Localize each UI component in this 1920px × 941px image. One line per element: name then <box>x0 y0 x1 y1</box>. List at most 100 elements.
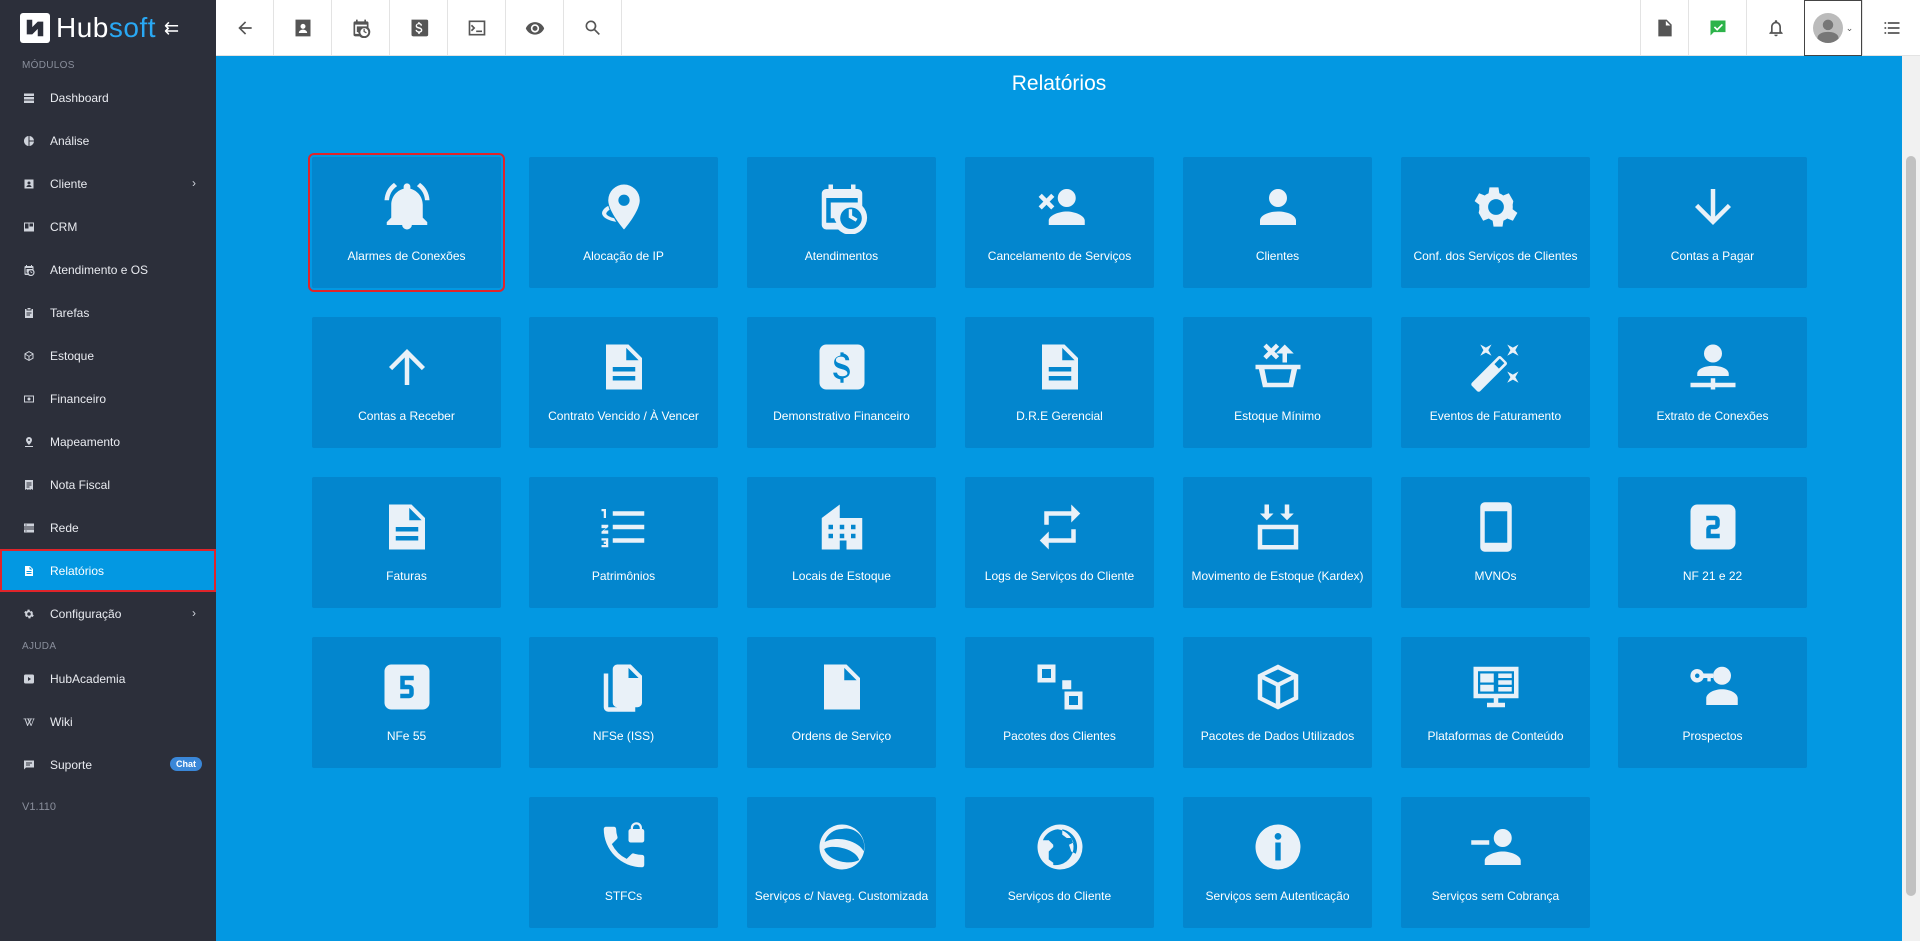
sidebar-item-suporte[interactable]: Suporte Chat <box>0 743 216 786</box>
report-tile-clientes[interactable]: Clientes <box>1183 157 1372 288</box>
report-tile-movimento-de-estoque-kardex[interactable]: Movimento de Estoque (Kardex) <box>1183 477 1372 608</box>
contact-button[interactable] <box>274 0 332 56</box>
repeat-icon <box>1032 499 1088 555</box>
report-tile-label: Plataformas de Conteúdo <box>1427 729 1564 743</box>
phone-lock-icon <box>596 819 652 875</box>
dollar-button[interactable] <box>390 0 448 56</box>
sidebar-item-configuracao[interactable]: Configuração › <box>0 592 216 635</box>
report-tile-label: Contas a Receber <box>358 409 455 423</box>
sidebar-item-relatorios[interactable]: Relatórios <box>0 549 216 592</box>
check-message-button[interactable] <box>1688 0 1746 56</box>
report-tile-alocacao-de-ip[interactable]: Alocação de IP <box>529 157 718 288</box>
report-tile-label: NFe 55 <box>386 729 427 743</box>
calendar-clock-icon <box>814 179 870 235</box>
eye-button[interactable] <box>506 0 564 56</box>
report-tile-label: NFSe (ISS) <box>592 729 655 743</box>
report-tile-label: Serviços sem Autenticação <box>1205 889 1350 903</box>
report-tile-faturas[interactable]: Faturas <box>312 477 501 608</box>
report-tile-servicos-do-cliente[interactable]: Serviços do Cliente <box>965 797 1154 928</box>
report-tile-ordens-de-servico[interactable]: Ordens de Serviço <box>747 637 936 768</box>
sidebar-item-rede[interactable]: Rede <box>0 506 216 549</box>
hubsoft-logo-icon <box>20 13 50 43</box>
sidebar-item-wiki[interactable]: Wiki <box>0 700 216 743</box>
report-tile-prospectos[interactable]: Prospectos <box>1618 637 1807 768</box>
report-tile-d-r-e-gerencial[interactable]: D.R.E Gerencial <box>965 317 1154 448</box>
building-icon <box>814 499 870 555</box>
report-tile-label: Pacotes dos Clientes <box>1003 729 1116 743</box>
bell-button[interactable] <box>1746 0 1804 56</box>
monitor-dashboard-icon <box>1468 659 1524 715</box>
back-arrow-button[interactable] <box>216 0 274 56</box>
report-tile-contas-a-receber[interactable]: Contas a Receber <box>312 317 501 448</box>
report-tile-label: Locais de Estoque <box>792 569 891 583</box>
report-tile-eventos-de-faturamento[interactable]: Eventos de Faturamento <box>1401 317 1590 448</box>
chevron-down-icon: ⌄ <box>1845 22 1854 33</box>
sidebar-item-dashboard[interactable]: Dashboard <box>0 76 216 119</box>
sidebar-item-nota-fiscal[interactable]: Nota Fiscal <box>0 463 216 506</box>
task-board-icon <box>22 306 36 320</box>
cube-open-icon <box>1250 659 1306 715</box>
person-minus-icon <box>1468 819 1524 875</box>
report-tile-cancelamento-de-servicos[interactable]: Cancelamento de Serviços <box>965 157 1154 288</box>
bell-icon <box>1766 18 1786 38</box>
sidebar-item-tarefas[interactable]: Tarefas <box>0 291 216 334</box>
sidebar-item-analise[interactable]: Análise <box>0 119 216 162</box>
file-search-icon <box>814 659 870 715</box>
chat-icon <box>22 758 36 772</box>
report-tile-patrimonios[interactable]: Patrimônios <box>529 477 718 608</box>
report-tile-mvnos[interactable]: MVNOs <box>1401 477 1590 608</box>
list-button[interactable] <box>1862 0 1920 56</box>
chat-badge[interactable]: Chat <box>170 757 202 771</box>
check-message-icon <box>1708 18 1728 38</box>
report-tile-servicos-c-naveg-customizada[interactable]: Serviços c/ Naveg. Customizada <box>747 797 936 928</box>
report-tile-alarmes-de-conexoes[interactable]: Alarmes de Conexões <box>308 153 505 292</box>
report-tile-plataformas-de-conteudo[interactable]: Plataformas de Conteúdo <box>1401 637 1590 768</box>
sidebar-item-label: CRM <box>50 219 78 234</box>
dollar-box-icon <box>814 339 870 395</box>
money-icon <box>22 392 36 406</box>
chevron-right-icon: › <box>192 606 196 620</box>
report-tile-label: Logs de Serviços do Cliente <box>984 569 1135 583</box>
report-tile-nfse-iss[interactable]: NFSe (ISS) <box>529 637 718 768</box>
report-tile-locais-de-estoque[interactable]: Locais de Estoque <box>747 477 936 608</box>
report-tile-nfe-55[interactable]: NFe 55 <box>312 637 501 768</box>
brand-logo[interactable]: Hubsoft ⇇ <box>0 0 216 56</box>
page-scrollbar[interactable] <box>1902 56 1920 941</box>
report-tile-conf-dos-servicos-de-clientes[interactable]: Conf. dos Serviços de Clientes <box>1401 157 1590 288</box>
report-tile-contrato-vencido-a-vencer[interactable]: Contrato Vencido / À Vencer <box>529 317 718 448</box>
pdf-button[interactable] <box>1640 0 1688 56</box>
report-tile-servicos-sem-autenticacao[interactable]: Serviços sem Autenticação <box>1183 797 1372 928</box>
sidebar-item-hubacademia[interactable]: HubAcademia <box>0 657 216 700</box>
sidebar-item-crm[interactable]: CRM <box>0 205 216 248</box>
report-tile-pacotes-de-dados-utilizados[interactable]: Pacotes de Dados Utilizados <box>1183 637 1372 768</box>
person-key-icon <box>1685 659 1741 715</box>
report-tile-stfcs[interactable]: STFCs <box>529 797 718 928</box>
report-tile-demonstrativo-financeiro[interactable]: Demonstrativo Financeiro <box>747 317 936 448</box>
sidebar-item-estoque[interactable]: Estoque <box>0 334 216 377</box>
user-menu-button[interactable]: ⌄ <box>1804 0 1862 56</box>
terminal-button[interactable] <box>448 0 506 56</box>
map-pin-icon <box>22 435 36 449</box>
report-tile-nf-21-e-22[interactable]: NF 21 e 22 <box>1618 477 1807 608</box>
sidebar-item-cliente[interactable]: Cliente › <box>0 162 216 205</box>
sidebar-item-mapeamento[interactable]: Mapeamento <box>0 420 216 463</box>
search-button[interactable] <box>564 0 622 56</box>
report-tile-servicos-sem-cobranca[interactable]: Serviços sem Cobrança <box>1401 797 1590 928</box>
report-tile-contas-a-pagar[interactable]: Contas a Pagar <box>1618 157 1807 288</box>
sidebar-item-financeiro[interactable]: Financeiro <box>0 377 216 420</box>
report-tile-estoque-minimo[interactable]: Estoque Mínimo <box>1183 317 1372 448</box>
report-tile-atendimentos[interactable]: Atendimentos <box>747 157 936 288</box>
calendar-clock-button[interactable] <box>332 0 390 56</box>
chevron-right-icon: › <box>192 176 196 190</box>
report-tile-label: Pacotes de Dados Utilizados <box>1200 729 1355 743</box>
collapse-sidebar-icon[interactable]: ⇇ <box>164 18 179 39</box>
scrollbar-thumb[interactable] <box>1906 156 1916 896</box>
report-tile-pacotes-dos-clientes[interactable]: Pacotes dos Clientes <box>965 637 1154 768</box>
report-tile-logs-de-servicos-do-cliente[interactable]: Logs de Serviços do Cliente <box>965 477 1154 608</box>
sidebar-item-label: Financeiro <box>50 391 107 406</box>
report-tile-extrato-de-conexoes[interactable]: Extrato de Conexões <box>1618 317 1807 448</box>
report-tile-label: Cancelamento de Serviços <box>987 249 1132 263</box>
sidebar-item-atendimento-e-os[interactable]: Atendimento e OS <box>0 248 216 291</box>
document-icon <box>596 339 652 395</box>
basket-up-icon <box>1250 339 1306 395</box>
